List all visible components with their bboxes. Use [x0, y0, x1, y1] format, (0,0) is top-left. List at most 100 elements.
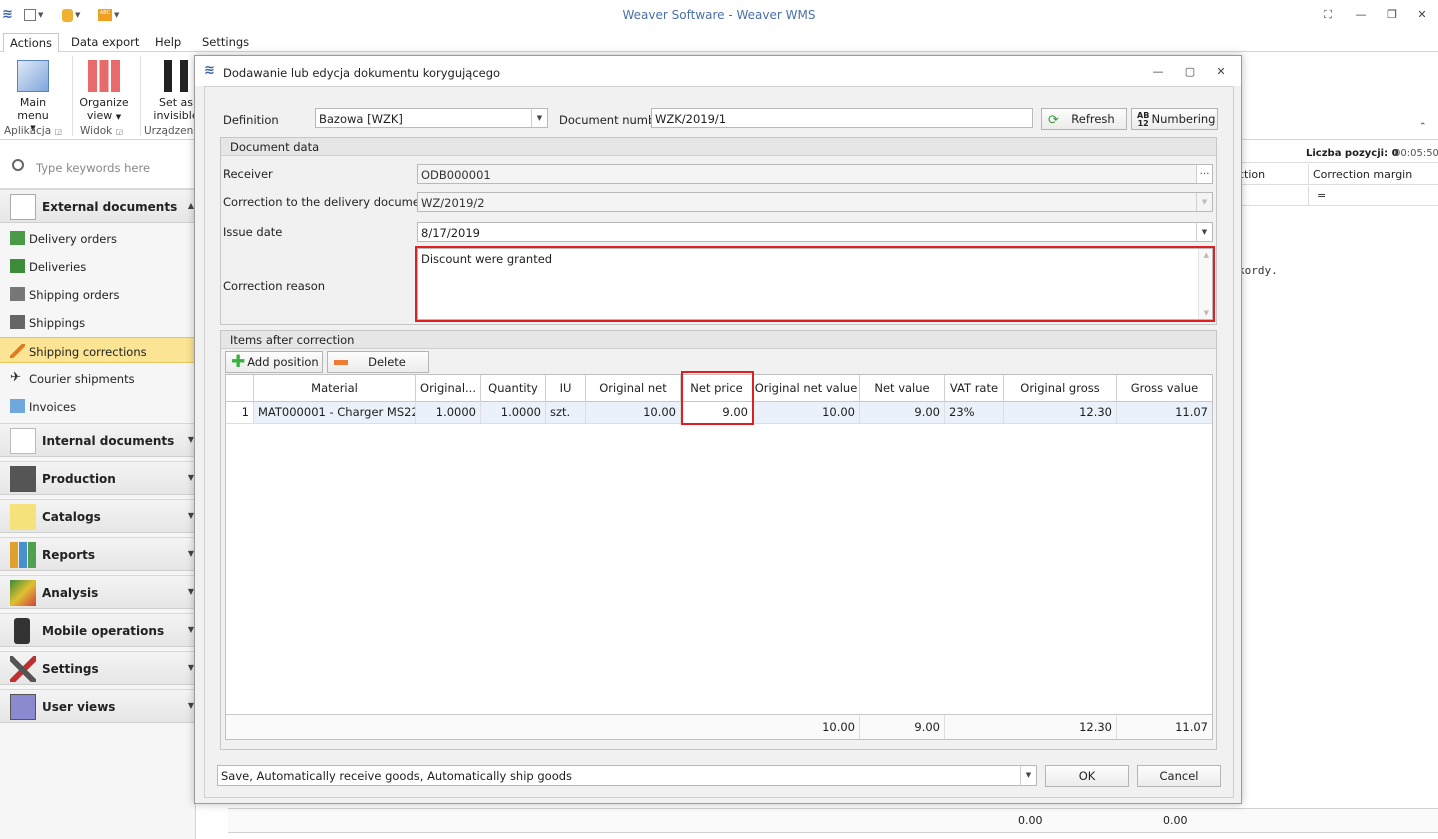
- cell-original-net-price[interactable]: 10.00: [586, 402, 681, 424]
- column-iu[interactable]: IU: [546, 375, 586, 402]
- nav-item-courier-shipments[interactable]: ✈ Courier shipments: [0, 365, 196, 391]
- document-number-field[interactable]: WZK/2019/1: [651, 108, 1033, 128]
- restore-button[interactable]: ❐: [1383, 7, 1401, 23]
- items-header: Items after correction: [221, 331, 1216, 349]
- nav-item-shipping-corrections[interactable]: Shipping corrections: [0, 337, 196, 363]
- nav-item-shipping-orders[interactable]: Shipping orders: [0, 281, 196, 307]
- issue-date-field[interactable]: 8/17/2019 ▼: [417, 222, 1213, 242]
- tools-icon: [10, 656, 36, 682]
- cell-iu[interactable]: szt.: [546, 402, 586, 424]
- nav-group-production[interactable]: Production ▼: [0, 461, 196, 495]
- cell-net-value[interactable]: 9.00: [860, 402, 945, 424]
- cell-quantity[interactable]: 1.0000: [481, 402, 546, 424]
- receiver-field[interactable]: ODB000001 …: [417, 164, 1213, 184]
- chevron-down-icon[interactable]: ▼: [531, 109, 547, 127]
- filter-equals: =: [1317, 189, 1327, 202]
- numbering-icon: AB 12: [1137, 111, 1150, 128]
- background-list-panel: Liczba pozycji: 0 00:05:50 ction Correct…: [1238, 141, 1438, 839]
- item-count: Liczba pozycji: 0: [1306, 148, 1399, 159]
- nav-group-internal-documents[interactable]: Internal documents ▼: [0, 423, 196, 457]
- nav-item-invoices[interactable]: Invoices: [0, 393, 196, 419]
- pencil-icon: [10, 344, 25, 358]
- tab-actions[interactable]: Actions: [3, 33, 60, 53]
- ellipsis-icon[interactable]: …: [1196, 165, 1212, 183]
- nav-item-shippings[interactable]: Shippings: [0, 309, 196, 335]
- dialog-close-button[interactable]: ✕: [1213, 65, 1229, 79]
- column-row-number: [226, 375, 254, 402]
- save-options-select[interactable]: Save, Automatically receive goods, Autom…: [217, 765, 1037, 786]
- tab-data-export[interactable]: Data export: [65, 33, 145, 53]
- plane-icon: ✈: [10, 370, 21, 385]
- filter-row[interactable]: =: [1238, 186, 1438, 206]
- column-original-quantity[interactable]: Original...: [416, 375, 481, 402]
- nav-group-mobile-operations[interactable]: Mobile operations ▼: [0, 613, 196, 647]
- close-button[interactable]: ✕: [1413, 7, 1431, 23]
- minimize-button[interactable]: —: [1352, 7, 1370, 23]
- dialog-maximize-button[interactable]: ▢: [1182, 65, 1198, 79]
- cell-original-quantity[interactable]: 1.0000: [416, 402, 481, 424]
- definition-select[interactable]: Bazowa [WZK] ▼: [315, 108, 548, 128]
- cell-original-gross-value[interactable]: 12.30: [1004, 402, 1117, 424]
- numbering-button[interactable]: AB 12 Numbering: [1131, 108, 1218, 130]
- main-menu-button[interactable]: Main menu ▼: [4, 56, 62, 135]
- column-gross-value[interactable]: Gross value: [1117, 375, 1212, 402]
- nav-search-input[interactable]: Type keywords here: [36, 161, 150, 175]
- cell-original-net-value[interactable]: 10.00: [753, 402, 860, 424]
- nav-group-settings[interactable]: Settings ▼: [0, 651, 196, 685]
- column-correction-partial[interactable]: ction: [1238, 168, 1265, 181]
- column-material[interactable]: Material: [254, 375, 416, 402]
- column-original-gross-value[interactable]: Original gross value: [1004, 375, 1117, 422]
- chevron-down-icon[interactable]: ▼: [1020, 766, 1036, 785]
- organize-view-button[interactable]: Organize view ▼: [76, 56, 132, 124]
- refresh-button[interactable]: ⟳ Refresh: [1041, 108, 1127, 130]
- column-quantity[interactable]: Quantity: [481, 375, 546, 402]
- cell-vat-rate[interactable]: 23%: [945, 402, 1004, 424]
- chevron-down-icon[interactable]: ▼: [1196, 193, 1212, 211]
- correction-to-field[interactable]: WZ/2019/2 ▼: [417, 192, 1213, 212]
- list-header: ction Correction margin: [1238, 164, 1438, 185]
- pause-icon: [164, 60, 188, 92]
- column-vat-rate[interactable]: VAT rate: [945, 375, 1004, 402]
- minus-icon: [334, 360, 348, 365]
- items-section: Items after correction ✚ Add position De…: [220, 330, 1217, 750]
- ok-button[interactable]: OK: [1045, 765, 1129, 787]
- nav-group-user-views[interactable]: User views ▼: [0, 689, 196, 723]
- document-data-header: Document data: [221, 138, 1216, 156]
- correction-to-label: Correction to the delivery document no: [223, 195, 450, 209]
- column-original-net-price[interactable]: Original net price: [586, 375, 681, 422]
- invoice-icon: [10, 399, 25, 413]
- nav-group-analysis[interactable]: Analysis ▼: [0, 575, 196, 609]
- nav-item-delivery-orders[interactable]: Delivery orders: [0, 225, 196, 251]
- group-widok: Widok ◲: [80, 125, 124, 137]
- cell-gross-value[interactable]: 11.07: [1117, 402, 1212, 424]
- empty-message-partial: kordy.: [1238, 264, 1278, 277]
- delete-position-button[interactable]: Delete position: [327, 351, 429, 389]
- nav-item-deliveries[interactable]: Deliveries: [0, 253, 196, 279]
- truck-green-icon: [10, 259, 25, 273]
- total-original-gross-value: 12.30: [1004, 715, 1117, 739]
- column-correction-margin[interactable]: Correction margin: [1313, 168, 1412, 181]
- collapse-ribbon-icon[interactable]: ⌃: [1419, 122, 1427, 132]
- nav-group-reports[interactable]: Reports ▼: [0, 537, 196, 571]
- tab-help[interactable]: Help: [149, 33, 187, 53]
- nav-group-external-documents[interactable]: External documents ▲: [0, 189, 196, 223]
- fullscreen-icon[interactable]: ⛶: [1319, 7, 1337, 23]
- tab-settings[interactable]: Settings: [196, 33, 255, 53]
- truck-gray-icon: [10, 315, 25, 329]
- add-position-button[interactable]: ✚ Add position: [225, 351, 323, 373]
- dialog-minimize-button[interactable]: —: [1150, 65, 1166, 79]
- delivery-orders-icon: [10, 231, 25, 245]
- chevron-down-icon[interactable]: ▼: [1196, 223, 1212, 241]
- nav-search[interactable]: Type keywords here: [0, 141, 196, 189]
- column-original-net-value[interactable]: Original net value: [753, 375, 860, 402]
- dialog-title: Dodawanie lub edycja dokumentu korygując…: [223, 66, 501, 80]
- column-net-value[interactable]: Net value: [860, 375, 945, 402]
- plus-icon: ✚: [231, 352, 246, 372]
- group-aplikacja: Aplikacja ◲: [4, 125, 63, 137]
- refresh-icon: ⟳: [1048, 113, 1059, 128]
- nav-group-catalogs[interactable]: Catalogs ▼: [0, 499, 196, 533]
- cell-material[interactable]: MAT000001 - Charger MS221: [254, 402, 416, 424]
- cancel-button[interactable]: Cancel: [1137, 765, 1221, 787]
- total-original-net-value: 10.00: [753, 715, 860, 739]
- mobile-phone-icon: [14, 618, 30, 644]
